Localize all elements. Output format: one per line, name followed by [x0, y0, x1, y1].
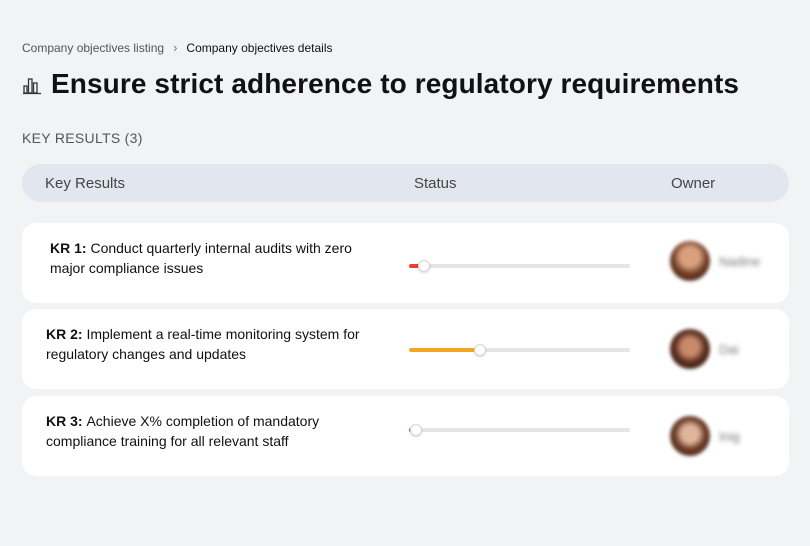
owner-cell[interactable]: Dai [670, 329, 739, 369]
key-result-id: KR 2: [46, 326, 87, 342]
owner-cell[interactable]: Inig [670, 416, 740, 456]
progress-track [409, 424, 630, 436]
column-header-key-results: Key Results [45, 175, 126, 192]
breadcrumb-separator-icon: › [173, 40, 178, 55]
key-result-row[interactable]: KR 2: Implement a real-time monitoring s… [22, 309, 789, 389]
progress-track [409, 344, 630, 356]
key-result-text: Implement a real-time monitoring system … [46, 326, 360, 362]
page-title: Ensure strict adherence to regulatory re… [51, 68, 740, 99]
key-result-id: KR 3: [46, 413, 87, 429]
key-result-row[interactable]: KR 3: Achieve X% completion of mandatory… [22, 396, 789, 476]
avatar [670, 241, 710, 281]
key-result-row[interactable]: KR 1: Conduct quarterly internal audits … [22, 223, 789, 303]
owner-name: Dai [719, 341, 739, 357]
table-header: Key Results Status Owner [22, 164, 789, 202]
key-results-count-label: KEY RESULTS (3) [22, 130, 143, 146]
key-result-description: KR 3: Achieve X% completion of mandatory… [46, 411, 386, 451]
column-header-status: Status [414, 175, 457, 192]
objective-header: Ensure strict adherence to regulatory re… [22, 68, 739, 100]
key-result-id: KR 1: [50, 240, 91, 256]
progress-slider-handle[interactable] [418, 260, 431, 272]
key-result-description: KR 2: Implement a real-time monitoring s… [46, 324, 386, 364]
avatar [670, 416, 710, 456]
breadcrumb-current: Company objectives details [186, 40, 333, 55]
owner-name: Nadine [719, 253, 761, 269]
progress-slider-handle[interactable] [409, 424, 422, 436]
key-result-text: Achieve X% completion of mandatory compl… [46, 413, 320, 449]
key-result-description: KR 1: Conduct quarterly internal audits … [50, 238, 390, 278]
column-header-owner: Owner [671, 175, 716, 192]
progress-slider-handle[interactable] [473, 344, 486, 356]
breadcrumb-parent-link[interactable]: Company objectives listing [22, 41, 164, 55]
key-result-text: Conduct quarterly internal audits with z… [50, 240, 352, 276]
progress-track [409, 260, 630, 272]
building-chart-icon [23, 78, 41, 95]
owner-cell[interactable]: Nadine [670, 241, 760, 281]
progress-fill [409, 348, 480, 352]
avatar [670, 329, 710, 369]
breadcrumb: Company objectives listing › Company obj… [22, 40, 333, 55]
owner-name: Inig [719, 428, 740, 444]
